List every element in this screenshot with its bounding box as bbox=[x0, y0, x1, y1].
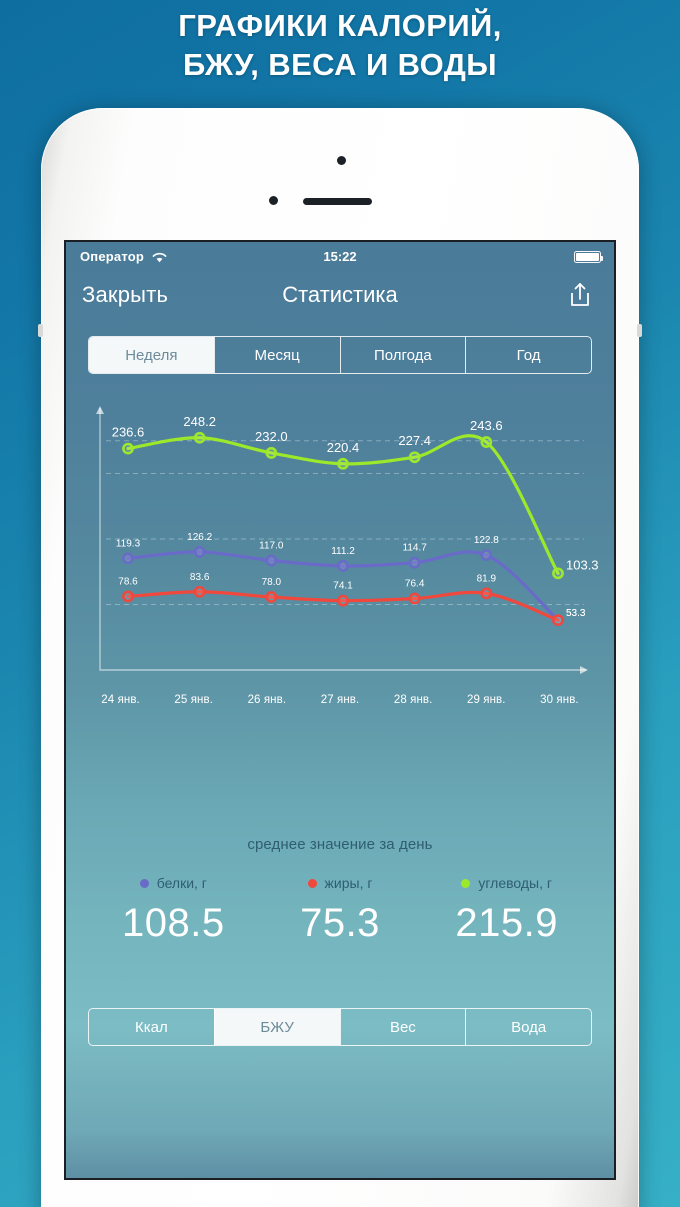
series-жиры: 78.6 83.6 78.0 74.1 76.4 81.9 53.3 bbox=[118, 572, 586, 627]
x-axis-arrow bbox=[580, 666, 588, 674]
legend-label-protein: белки, г bbox=[156, 875, 207, 891]
data-point bbox=[193, 585, 206, 598]
data-point-label: 232.0 bbox=[255, 429, 288, 444]
data-point-label: 117.0 bbox=[259, 541, 284, 552]
data-point bbox=[480, 549, 493, 561]
legend-item-fat: жиры, г bbox=[257, 875, 424, 891]
x-axis-labels: 24 янв. 25 янв. 26 янв. 27 янв. 28 янв. … bbox=[80, 694, 600, 706]
data-point-label: 53.3 bbox=[566, 608, 586, 619]
average-value-carbs: 215.9 bbox=[455, 901, 558, 945]
segment-month[interactable]: Месяц bbox=[213, 337, 340, 373]
x-tick-label: 30 янв. bbox=[540, 694, 579, 706]
data-point-label: 83.6 bbox=[190, 572, 210, 583]
segment-weight[interactable]: Вес bbox=[339, 1009, 466, 1045]
data-point bbox=[408, 592, 421, 605]
share-button[interactable] bbox=[566, 280, 594, 310]
data-point bbox=[265, 447, 278, 459]
data-point bbox=[408, 556, 421, 569]
x-tick-label: 25 янв. bbox=[174, 694, 213, 706]
data-point-label: 248.2 bbox=[183, 414, 216, 429]
data-point bbox=[552, 614, 564, 627]
data-point bbox=[122, 442, 134, 455]
data-point bbox=[408, 451, 421, 464]
app-screen: Оператор 15:22 Закрыть Статистика Неделя… bbox=[64, 240, 616, 1180]
chart-legend: белки, г жиры, г углеводы, г bbox=[66, 875, 614, 891]
data-point-label: 126.2 bbox=[187, 532, 212, 543]
x-tick-label: 24 янв. bbox=[101, 694, 140, 706]
data-point-label: 227.4 bbox=[398, 433, 431, 448]
promo-line-2: БЖУ, ВЕСА И ВОДЫ bbox=[182, 47, 498, 83]
page-title: Статистика bbox=[282, 282, 398, 307]
segment-bzhu[interactable]: БЖУ bbox=[213, 1009, 340, 1045]
legend-label-carbs: углеводы, г bbox=[478, 875, 552, 891]
data-point bbox=[265, 554, 278, 567]
data-point-label: 78.0 bbox=[262, 577, 282, 588]
x-tick-label: 28 янв. bbox=[393, 694, 433, 706]
segment-week[interactable]: Неделя bbox=[89, 337, 214, 373]
metric-segmented-control[interactable]: Ккал БЖУ Вес Вода bbox=[88, 1008, 592, 1046]
data-point-label: 243.6 bbox=[470, 418, 503, 433]
data-point-label: 119.3 bbox=[116, 538, 141, 549]
data-point-label: 114.7 bbox=[403, 543, 428, 554]
series-белки: 119.3 126.2 117.0 111.2 114.7 122.8 53.3 bbox=[116, 532, 586, 627]
data-point-label: 78.6 bbox=[118, 576, 138, 587]
legend-item-carbs: углеводы, г bbox=[423, 875, 590, 891]
data-point bbox=[337, 560, 349, 572]
y-axis-arrow bbox=[96, 406, 104, 414]
legend-dot-protein bbox=[139, 878, 149, 888]
segment-year[interactable]: Год bbox=[465, 337, 591, 373]
data-point-label: 74.1 bbox=[333, 581, 353, 592]
earpiece-speaker bbox=[303, 198, 372, 205]
legend-dot-fat bbox=[307, 878, 317, 888]
chart-canvas: 236.6248.2232.0220.4 227.4243.6103.3119.3… bbox=[96, 406, 599, 674]
status-bar: Оператор 15:22 bbox=[66, 242, 614, 272]
proximity-sensor-icon bbox=[269, 196, 278, 205]
data-point-label: 81.9 bbox=[477, 573, 497, 584]
legend-label-fat: жиры, г bbox=[324, 875, 373, 891]
data-point bbox=[480, 587, 493, 600]
data-point bbox=[480, 436, 493, 448]
data-point bbox=[193, 546, 206, 558]
data-point bbox=[552, 567, 564, 580]
averages-title: среднее значение за день bbox=[247, 836, 433, 853]
chart-series: 236.6248.2232.0220.4 227.4243.6103.3119.3… bbox=[112, 414, 599, 627]
x-tick-label: 27 янв. bbox=[320, 694, 360, 706]
power-button bbox=[637, 324, 642, 337]
nutrition-line-chart: 236.6 248.2 232.0 220.4 227.4 243.6 103.3 119.3… bbox=[80, 398, 600, 728]
average-values: 108.5 75.3 215.9 bbox=[66, 901, 614, 946]
average-value-fat: 75.3 bbox=[300, 901, 380, 945]
x-tick-label: 29 янв. bbox=[466, 694, 506, 706]
data-point-label: 220.4 bbox=[327, 440, 360, 455]
data-point bbox=[265, 591, 278, 603]
data-point bbox=[122, 552, 134, 565]
data-point bbox=[193, 431, 206, 444]
promo-headline: ГРАФИКИ КАЛОРИЙ, БЖУ, ВЕСА И ВОДЫ bbox=[0, 6, 680, 85]
data-point bbox=[122, 590, 134, 603]
period-segmented-control[interactable]: Неделя Месяц Полгода Год bbox=[88, 336, 592, 374]
clock-label: 15:22 bbox=[323, 249, 357, 264]
data-point bbox=[337, 594, 349, 607]
x-tick-label: 26 янв. bbox=[247, 694, 287, 706]
segment-halfyear[interactable]: Полгода bbox=[339, 337, 466, 373]
legend-item-protein: белки, г bbox=[90, 875, 257, 891]
data-point-label: 111.2 bbox=[331, 546, 355, 557]
data-point-label: 236.6 bbox=[112, 425, 145, 440]
legend-dot-carbs bbox=[461, 878, 471, 888]
phone-device-frame: Оператор 15:22 Закрыть Статистика Неделя… bbox=[38, 108, 642, 1207]
promo-line-1: ГРАФИКИ КАЛОРИЙ, bbox=[178, 8, 502, 43]
data-point-label: 76.4 bbox=[405, 579, 425, 590]
segment-kcal[interactable]: Ккал bbox=[89, 1009, 214, 1045]
average-value-protein: 108.5 bbox=[122, 901, 225, 945]
battery-full-icon bbox=[574, 251, 603, 263]
data-point-label: 122.8 bbox=[474, 535, 499, 546]
front-camera-icon bbox=[337, 156, 346, 165]
segment-water[interactable]: Вода bbox=[465, 1009, 591, 1045]
volume-button bbox=[38, 324, 43, 337]
data-point-label: 103.3 bbox=[566, 557, 599, 572]
data-point bbox=[337, 457, 349, 470]
navigation-bar: Закрыть Статистика bbox=[66, 272, 614, 322]
